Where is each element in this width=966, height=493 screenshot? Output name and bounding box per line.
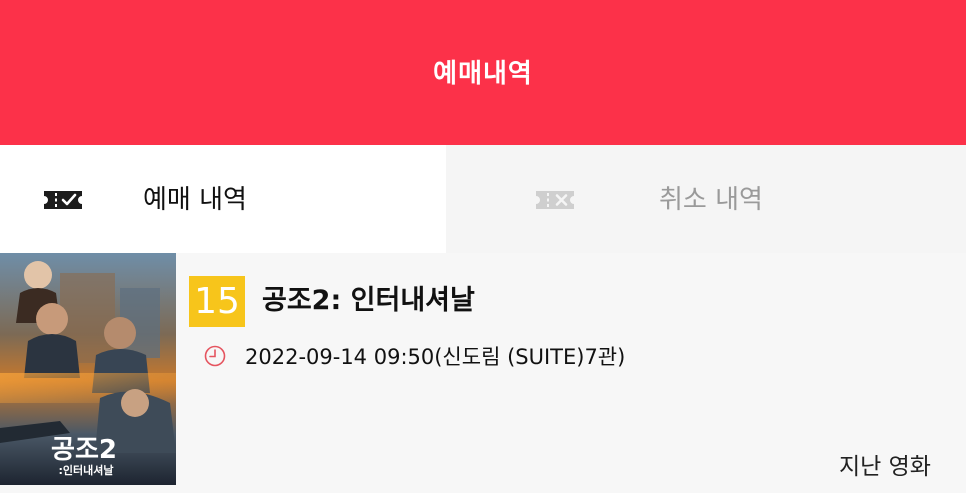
showtime-text: 2022-09-14 09:50(신도림 (SUITE)7관) bbox=[245, 345, 626, 369]
clock-icon bbox=[204, 345, 226, 367]
status-label: 지난 영화 bbox=[839, 454, 931, 480]
age-rating-badge: 15 bbox=[189, 276, 245, 327]
movie-title: 공조2: 인터내셔날 bbox=[262, 285, 475, 316]
poster-subtitle: :인터내셔날 bbox=[59, 463, 114, 477]
tab-bar: 예매 내역 취소 내역 bbox=[0, 145, 966, 254]
tab-booking-history[interactable]: 예매 내역 bbox=[0, 145, 446, 253]
ticket-check-icon bbox=[44, 191, 82, 209]
tab-label: 예매 내역 bbox=[143, 185, 247, 215]
app-header: 예매내역 bbox=[0, 0, 966, 145]
ticket-cancel-icon bbox=[536, 191, 574, 209]
movie-poster: 공조2 :인터내셔날 bbox=[0, 253, 176, 485]
tab-label: 취소 내역 bbox=[659, 185, 763, 215]
page-title: 예매내역 bbox=[433, 59, 533, 89]
tab-cancel-history[interactable]: 취소 내역 bbox=[446, 145, 966, 253]
booking-card[interactable]: 공조2 :인터내셔날 15 공조2: 인터내셔날 2022-09-14 09:5… bbox=[0, 253, 966, 493]
poster-title: 공조2 bbox=[51, 435, 117, 465]
